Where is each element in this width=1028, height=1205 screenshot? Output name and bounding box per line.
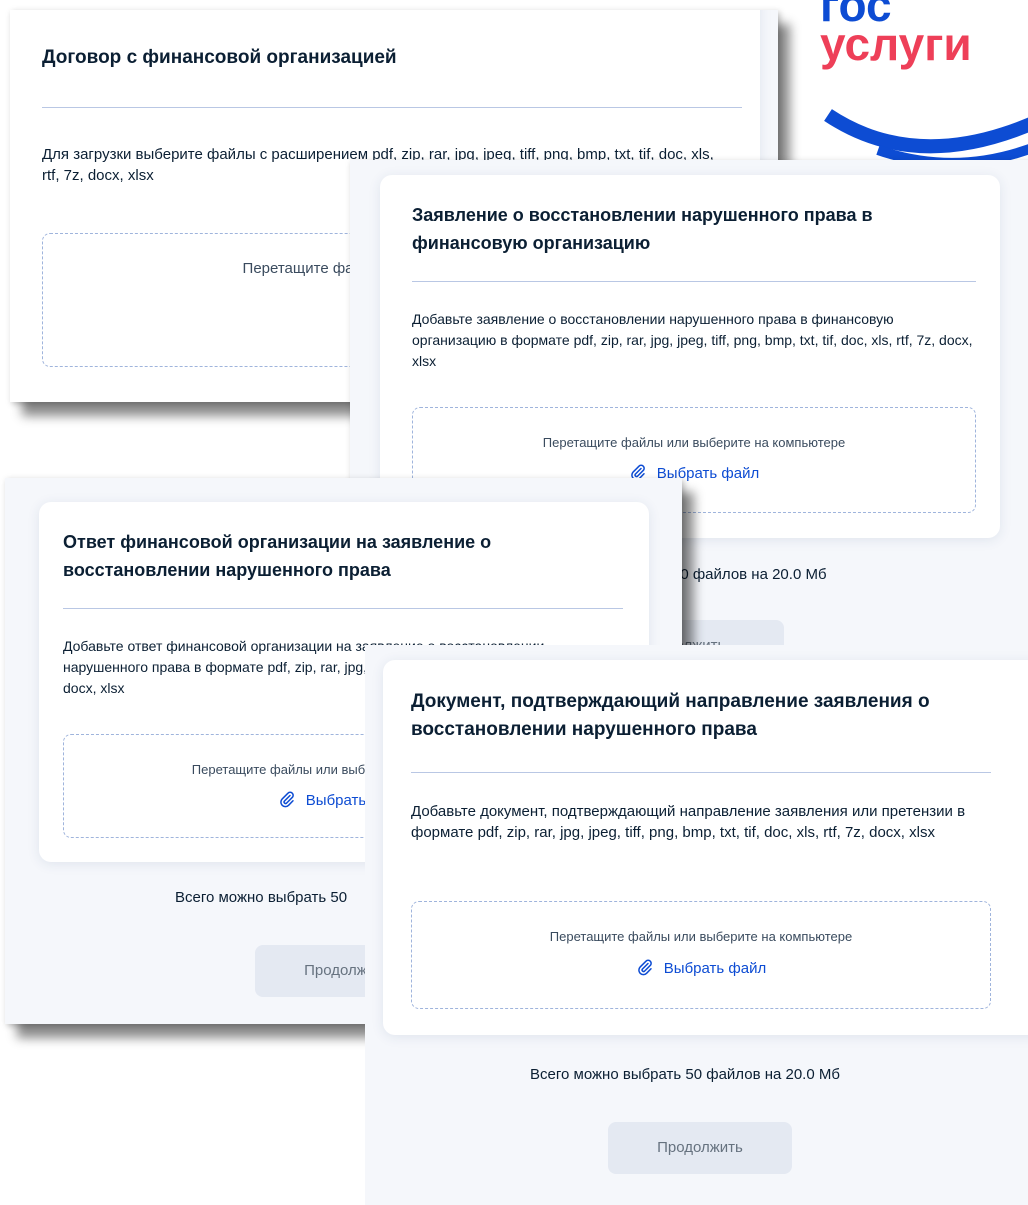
file-limit-text: Всего можно выбрать 50 файлов на 20.0 Мб (530, 1066, 840, 1083)
upload-card: Документ, подтверждающий направление зая… (383, 660, 1028, 1035)
logo-text-uslugi: услуги (820, 18, 972, 70)
page-title: Заявление о восстановлении нарушенного п… (412, 205, 873, 253)
divider (411, 772, 991, 773)
file-drop-zone[interactable]: Перетащите файлы или выберите на компьют… (411, 901, 991, 1009)
choose-file-label: Выбрать файл (663, 960, 767, 977)
page-title: Договор с финансовой организацией (42, 47, 397, 68)
paperclip-icon (279, 791, 294, 808)
divider (63, 608, 623, 609)
file-limit-text: Всего можно выбрать 50 (175, 889, 348, 906)
page-title: Ответ финансовой организации на заявлени… (63, 532, 492, 580)
screen-proof: Документ, подтверждающий направление зая… (365, 645, 1028, 1205)
drop-hint: Перетащите файлы или выберите на компьют… (549, 929, 853, 944)
paperclip-icon (637, 959, 652, 976)
file-limit-text: ь 50 файлов на 20.0 Мб (660, 566, 827, 583)
drop-hint: Перетащите файлы или выберите на компьют… (542, 435, 846, 450)
page-title: Документ, подтверждающий направление зая… (411, 691, 930, 740)
format-description: Добавьте документ, подтверждающий направ… (411, 803, 966, 841)
format-description: Добавьте заявление о восстановлении нару… (412, 311, 973, 369)
gosuslugi-logo: гос услуги (808, 0, 1028, 175)
divider (412, 281, 976, 282)
continue-button[interactable]: Продолжить (608, 1122, 792, 1174)
divider (42, 107, 742, 108)
choose-file-link[interactable]: Выбрать файл (412, 959, 990, 977)
